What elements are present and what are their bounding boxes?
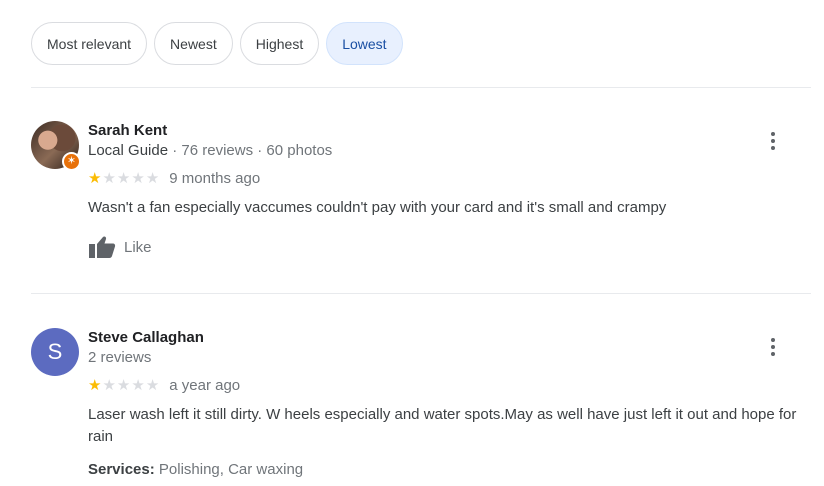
- avatar[interactable]: S: [31, 328, 79, 376]
- reviewer-meta: Local Guide · 76 reviews · 60 photos: [88, 141, 811, 161]
- local-guide-badge-icon: ✶: [62, 152, 81, 171]
- star-empty-icon: ★: [102, 376, 116, 394]
- star-empty-icon: ★: [145, 169, 160, 187]
- sort-filter-chips: Most relevant Newest Highest Lowest: [31, 22, 403, 65]
- star-rating: ★ ★ ★ ★ ★: [88, 171, 159, 186]
- star-rating: ★ ★ ★ ★ ★: [88, 378, 159, 393]
- review-text: Wasn't a fan especially vaccumes couldn'…: [88, 199, 667, 216]
- filter-lowest-chip[interactable]: Lowest: [326, 22, 403, 65]
- avatar[interactable]: ✶: [31, 121, 81, 171]
- thumbs-up-icon: [89, 236, 116, 258]
- review-text: Laser wash left it still dirty. W heels …: [88, 406, 797, 445]
- more-vert-icon: [771, 132, 775, 150]
- review-content: Sarah Kent Local Guide · 76 reviews · 60…: [88, 121, 811, 259]
- star-empty-icon: ★: [116, 169, 131, 187]
- star-empty-icon: ★: [102, 169, 116, 187]
- services-value: Polishing, Car waxing: [158, 461, 304, 478]
- more-options-button[interactable]: [761, 129, 785, 153]
- like-button[interactable]: Like: [88, 235, 152, 259]
- star-filled-icon: ★: [88, 376, 102, 394]
- reviewer-stats: 2 reviews: [88, 349, 152, 366]
- divider: [31, 293, 811, 294]
- filter-highest-chip[interactable]: Highest: [239, 22, 320, 65]
- review-time: a year ago: [169, 376, 241, 394]
- like-label: Like: [124, 238, 152, 256]
- reviewer-name[interactable]: Sarah Kent: [88, 121, 811, 141]
- services-label: Services:: [88, 461, 155, 478]
- reviewer-name[interactable]: Steve Callaghan: [88, 328, 811, 348]
- divider: [31, 87, 811, 88]
- star-filled-icon: ★: [88, 169, 102, 187]
- star-empty-icon: ★: [116, 376, 131, 394]
- filter-most-relevant-chip[interactable]: Most relevant: [31, 22, 148, 65]
- filter-newest-chip[interactable]: Newest: [154, 22, 233, 65]
- star-empty-icon: ★: [131, 169, 145, 187]
- more-vert-icon: [771, 338, 775, 356]
- rating-row: ★ ★ ★ ★ ★ a year ago: [88, 374, 811, 396]
- review-content: Steve Callaghan 2 reviews ★ ★ ★ ★ ★ a ye…: [88, 328, 811, 480]
- reviewer-stats: · 76 reviews · 60 photos: [168, 142, 333, 159]
- review-time: 9 months ago: [169, 169, 261, 187]
- more-options-button[interactable]: [761, 335, 785, 359]
- services-line: Services: Polishing, Car waxing: [88, 460, 811, 480]
- star-empty-icon: ★: [131, 376, 145, 394]
- local-guide-label: Local Guide: [88, 142, 169, 159]
- star-empty-icon: ★: [145, 376, 160, 394]
- rating-row: ★ ★ ★ ★ ★ 9 months ago: [88, 167, 811, 189]
